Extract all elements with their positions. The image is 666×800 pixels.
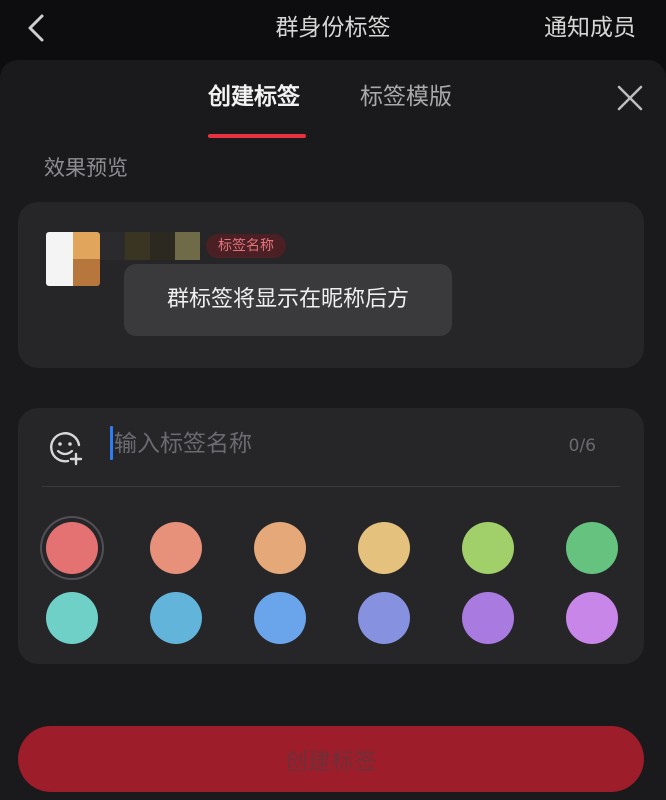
top-nav-bar: 群身份标签 通知成员 bbox=[0, 0, 666, 58]
tag-preview-chip: 标签名称 bbox=[206, 234, 286, 258]
tag-name-input[interactable] bbox=[114, 424, 514, 464]
color-swatch[interactable] bbox=[566, 522, 618, 574]
close-icon bbox=[617, 85, 643, 111]
text-caret bbox=[110, 426, 113, 460]
color-swatch[interactable] bbox=[358, 522, 410, 574]
tag-position-tooltip: 群标签将显示在昵称后方 bbox=[124, 264, 452, 336]
color-swatch[interactable] bbox=[566, 592, 618, 644]
close-button[interactable] bbox=[612, 80, 648, 116]
tab-create-tag[interactable]: 创建标签 bbox=[208, 80, 300, 114]
color-swatch[interactable] bbox=[254, 522, 306, 574]
tab-bar: 创建标签 标签模版 bbox=[0, 80, 666, 138]
notify-members-button[interactable]: 通知成员 bbox=[544, 10, 636, 46]
active-tab-indicator bbox=[208, 134, 306, 138]
color-swatch[interactable] bbox=[358, 592, 410, 644]
blurred-nickname bbox=[100, 232, 200, 260]
color-swatch[interactable] bbox=[150, 592, 202, 644]
preview-section-title: 效果预览 bbox=[44, 156, 128, 180]
tag-input-card: 0/6 bbox=[18, 408, 644, 664]
tab-tag-templates[interactable]: 标签模版 bbox=[360, 80, 452, 114]
color-swatch[interactable] bbox=[254, 592, 306, 644]
avatar bbox=[46, 232, 100, 286]
color-swatch[interactable] bbox=[46, 522, 98, 574]
character-counter: 0/6 bbox=[568, 436, 596, 456]
divider bbox=[42, 486, 620, 487]
color-swatch[interactable] bbox=[462, 522, 514, 574]
color-swatch[interactable] bbox=[462, 592, 514, 644]
emoji-add-icon bbox=[50, 432, 83, 466]
emoji-add-button[interactable] bbox=[46, 428, 86, 468]
color-swatch[interactable] bbox=[150, 522, 202, 574]
color-swatch[interactable] bbox=[46, 592, 98, 644]
create-tag-button[interactable]: 创建标签 bbox=[18, 726, 644, 792]
preview-card: 标签名称 群标签将显示在昵称后方 bbox=[18, 202, 644, 368]
create-tag-sheet: 创建标签 标签模版 效果预览 标签名称 群标签将显示在昵称后方 输入标签名称 0… bbox=[0, 60, 666, 800]
